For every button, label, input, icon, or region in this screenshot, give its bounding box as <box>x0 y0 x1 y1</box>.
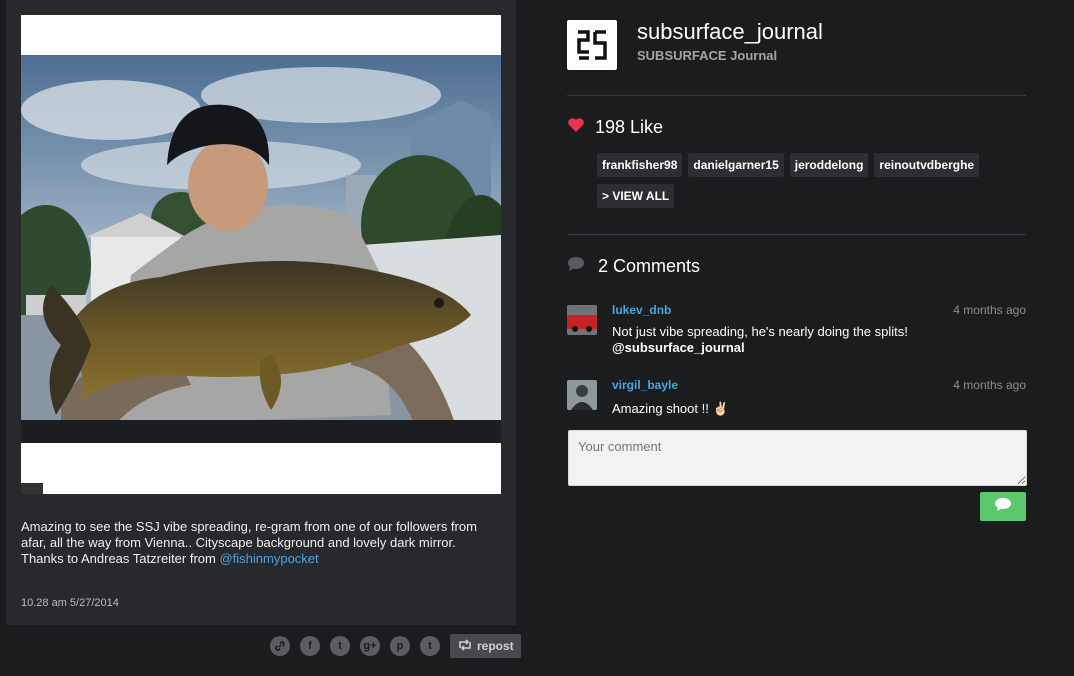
link-icon[interactable] <box>270 636 290 656</box>
comment-bubble-icon <box>567 256 585 277</box>
likes-count: 198 Like <box>595 117 664 137</box>
commenter-avatar[interactable] <box>567 305 597 335</box>
carp-angler-photo <box>21 15 501 494</box>
repost-button[interactable]: repost <box>450 634 521 658</box>
post-timestamp: 10.28 am 5/27/2014 <box>21 597 119 609</box>
comment-time: 4 months ago <box>953 303 1026 317</box>
likers-list: frankfisher98 danielgarner15 jeroddelong… <box>597 153 1027 208</box>
profile-username[interactable]: subsurface_journal <box>637 19 823 45</box>
comment-text: Not just vibe spreading, he's nearly doi… <box>612 324 1012 356</box>
comment-time: 4 months ago <box>953 378 1026 392</box>
liker-tag[interactable]: jeroddelong <box>789 153 869 177</box>
divider <box>567 234 1026 235</box>
post-card: Amazing to see the SSJ vibe spreading, r… <box>6 0 516 625</box>
comment-mention-link[interactable]: @subsurface_journal <box>612 340 745 355</box>
tumblr-icon[interactable]: t <box>420 636 440 656</box>
post-caption: Amazing to see the SSJ vibe spreading, r… <box>21 519 501 567</box>
comment-body: Not just vibe spreading, he's nearly doi… <box>612 324 908 339</box>
comment-username[interactable]: virgil_bayle <box>612 378 678 392</box>
facebook-icon[interactable]: f <box>300 636 320 656</box>
subsurface-logo-icon <box>573 26 611 64</box>
repost-label: repost <box>477 639 514 653</box>
commenter-avatar[interactable] <box>567 380 597 410</box>
repost-icon <box>457 638 473 654</box>
comment-body: Amazing shoot !! ✌🏻 <box>612 401 729 416</box>
comment-input[interactable] <box>568 430 1027 486</box>
comment-username[interactable]: lukev_dnb <box>612 303 671 317</box>
comment-send-icon <box>994 497 1012 517</box>
send-comment-button[interactable] <box>980 492 1026 521</box>
pinterest-icon[interactable]: p <box>390 636 410 656</box>
likes-row: 198 Like <box>567 117 663 138</box>
post-photo[interactable] <box>21 15 501 494</box>
heart-icon[interactable] <box>567 117 585 138</box>
liker-tag[interactable]: danielgarner15 <box>688 153 784 177</box>
twitter-icon[interactable]: t <box>330 636 350 656</box>
profile-fullname: SUBSURFACE Journal <box>637 48 778 63</box>
view-all-likes-button[interactable]: > VIEW ALL <box>597 184 675 208</box>
share-bar: f t g+ p t repost <box>270 634 521 658</box>
caption-mention-link[interactable]: @fishinmypocket <box>219 551 318 566</box>
divider <box>567 95 1026 96</box>
profile-avatar[interactable] <box>567 20 617 70</box>
liker-tag[interactable]: reinoutvdberghe <box>874 153 980 177</box>
comments-title: 2 Comments <box>598 256 701 276</box>
liker-tag[interactable]: frankfisher98 <box>597 153 683 177</box>
google-plus-icon[interactable]: g+ <box>360 636 380 656</box>
comments-header: 2 Comments <box>567 256 700 277</box>
